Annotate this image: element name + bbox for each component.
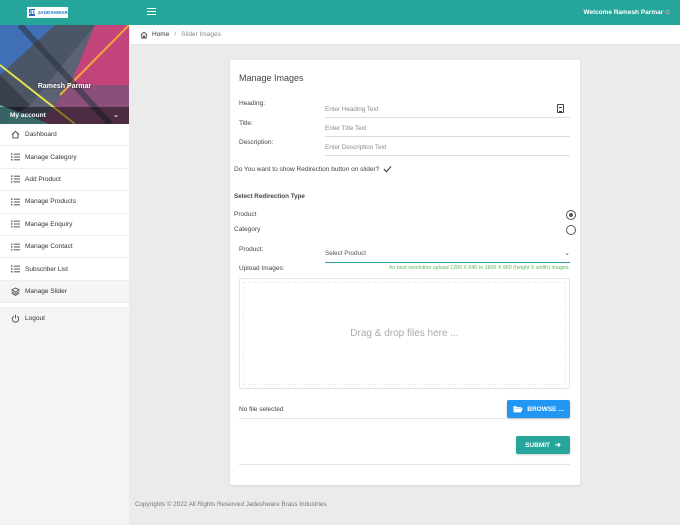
browse-label: BROWSE ... [527, 405, 564, 413]
description-label: Description: [239, 139, 274, 146]
sidebar-item-manage-category[interactable]: Manage Category [0, 146, 129, 169]
sidebar-item-logout[interactable]: Logout [0, 307, 129, 329]
product-select[interactable]: Select Product ⌄ [325, 246, 570, 263]
radio-label: Product [234, 211, 257, 218]
divider [239, 464, 570, 465]
upload-images-label: Upload Images: [239, 265, 285, 272]
footer-copyright: Copyrights © 2022 All Rights Reserved Ja… [135, 501, 327, 508]
calendar-icon[interactable] [557, 104, 564, 113]
logout-power-icon[interactable]: ⏻ [665, 10, 670, 16]
list-icon [10, 152, 20, 162]
logo-mark: JB [29, 9, 36, 16]
file-status: No file selected [239, 406, 284, 413]
sidebar-item-manage-slider[interactable]: Manage Slider [0, 280, 129, 304]
logo-text: JADESHWAR [37, 10, 68, 15]
heading-input[interactable] [325, 102, 570, 118]
sidebar-item-manage-enquiry[interactable]: Manage Enquiry [0, 214, 129, 236]
sidebar-item-label: Dashboard [25, 131, 57, 139]
list-icon [10, 197, 20, 207]
top-bar: JB JADESHWAR Welcome Ramesh Parmar ⏻ [0, 0, 680, 25]
submit-button[interactable]: SUBMIT ➔ [516, 436, 570, 454]
home-icon [10, 130, 20, 140]
file-dropzone[interactable]: Drag & drop files here ... [239, 278, 570, 389]
list-icon [10, 242, 20, 252]
sidebar-item-add-product[interactable]: Add Product [0, 169, 129, 192]
page-title: Manage Images [239, 73, 304, 83]
breadcrumb-current: Slider Images [181, 31, 221, 38]
redirect-type-label: Select Redirection Type [234, 193, 305, 200]
submit-label: SUBMIT [525, 441, 551, 449]
layers-icon [10, 286, 20, 296]
sidebar-item-label: Manage Enquiry [25, 220, 73, 228]
list-icon [10, 219, 20, 229]
radio-button-product[interactable] [566, 210, 576, 220]
radio-button-category[interactable] [566, 225, 576, 235]
logout-label: Logout [25, 314, 45, 322]
profile-card: Ramesh Parmar My account ⌄ [0, 25, 129, 124]
chevron-down-icon: ⌄ [564, 250, 570, 257]
title-label: Title: [239, 120, 253, 127]
welcome-text: Welcome Ramesh Parmar [583, 9, 664, 16]
account-label: My account [10, 112, 46, 119]
folder-open-icon [513, 406, 524, 413]
product-select-value: Select Product [325, 250, 366, 257]
radio-option-product[interactable]: Product [234, 210, 576, 220]
radio-option-category[interactable]: Category [234, 225, 576, 235]
list-icon [10, 174, 20, 184]
home-icon [140, 31, 148, 38]
my-account-dropdown[interactable]: My account ⌄ [0, 107, 129, 124]
upload-hint: for best resolution upload 1200 X 640 to… [389, 265, 570, 271]
sidebar-item-manage-contact[interactable]: Manage Contact [0, 236, 129, 259]
redirect-question: Do You want to show Redirection button o… [234, 165, 392, 173]
sidebar-lower-area [0, 307, 129, 525]
profile-name: Ramesh Parmar [37, 83, 92, 90]
sidebar-item-label: Manage Slider [25, 287, 67, 295]
title-input[interactable] [325, 121, 570, 137]
sidebar-item-manage-products[interactable]: Manage Products [0, 191, 129, 214]
description-input[interactable] [325, 140, 570, 156]
arrow-right-icon: ➔ [555, 442, 561, 449]
sidebar-item-dashboard[interactable]: Dashboard [0, 124, 129, 147]
hamburger-menu-icon[interactable] [147, 8, 156, 16]
product-label: Product: [239, 246, 264, 253]
manage-images-card: Manage Images Heading: Title: Descriptio… [230, 60, 580, 485]
sidebar-item-label: Subscriber List [25, 265, 68, 273]
breadcrumb-separator: / [174, 31, 177, 38]
heading-label: Heading: [239, 100, 266, 107]
redirect-question-text: Do You want to show Redirection button o… [234, 165, 380, 173]
sidebar-item-subscriber-list[interactable]: Subscriber List [0, 258, 129, 281]
welcome-user[interactable]: Welcome Ramesh Parmar ⏻ [584, 9, 670, 17]
sidebar-item-label: Add Product [25, 175, 61, 183]
power-icon [10, 313, 20, 323]
file-input-row: No file selected BROWSE ... [239, 400, 570, 419]
browse-button[interactable]: BROWSE ... [507, 400, 570, 418]
breadcrumb: Home / Slider Images [130, 25, 680, 45]
breadcrumb-home-link[interactable]: Home [152, 31, 169, 38]
chevron-down-icon: ⌄ [113, 112, 119, 119]
sidebar-item-label: Manage Products [25, 198, 76, 206]
list-icon [10, 264, 20, 274]
sidebar-item-label: Manage Contact [25, 243, 73, 251]
checkmark-toggle-icon[interactable] [383, 165, 392, 173]
brand-logo[interactable]: JB JADESHWAR [27, 7, 68, 18]
dropzone-text: Drag & drop files here ... [243, 282, 566, 385]
radio-label: Category [234, 226, 261, 233]
sidebar-item-label: Manage Category [25, 153, 77, 161]
sidebar-nav: Dashboard Manage Category Add Product Ma… [0, 124, 129, 304]
